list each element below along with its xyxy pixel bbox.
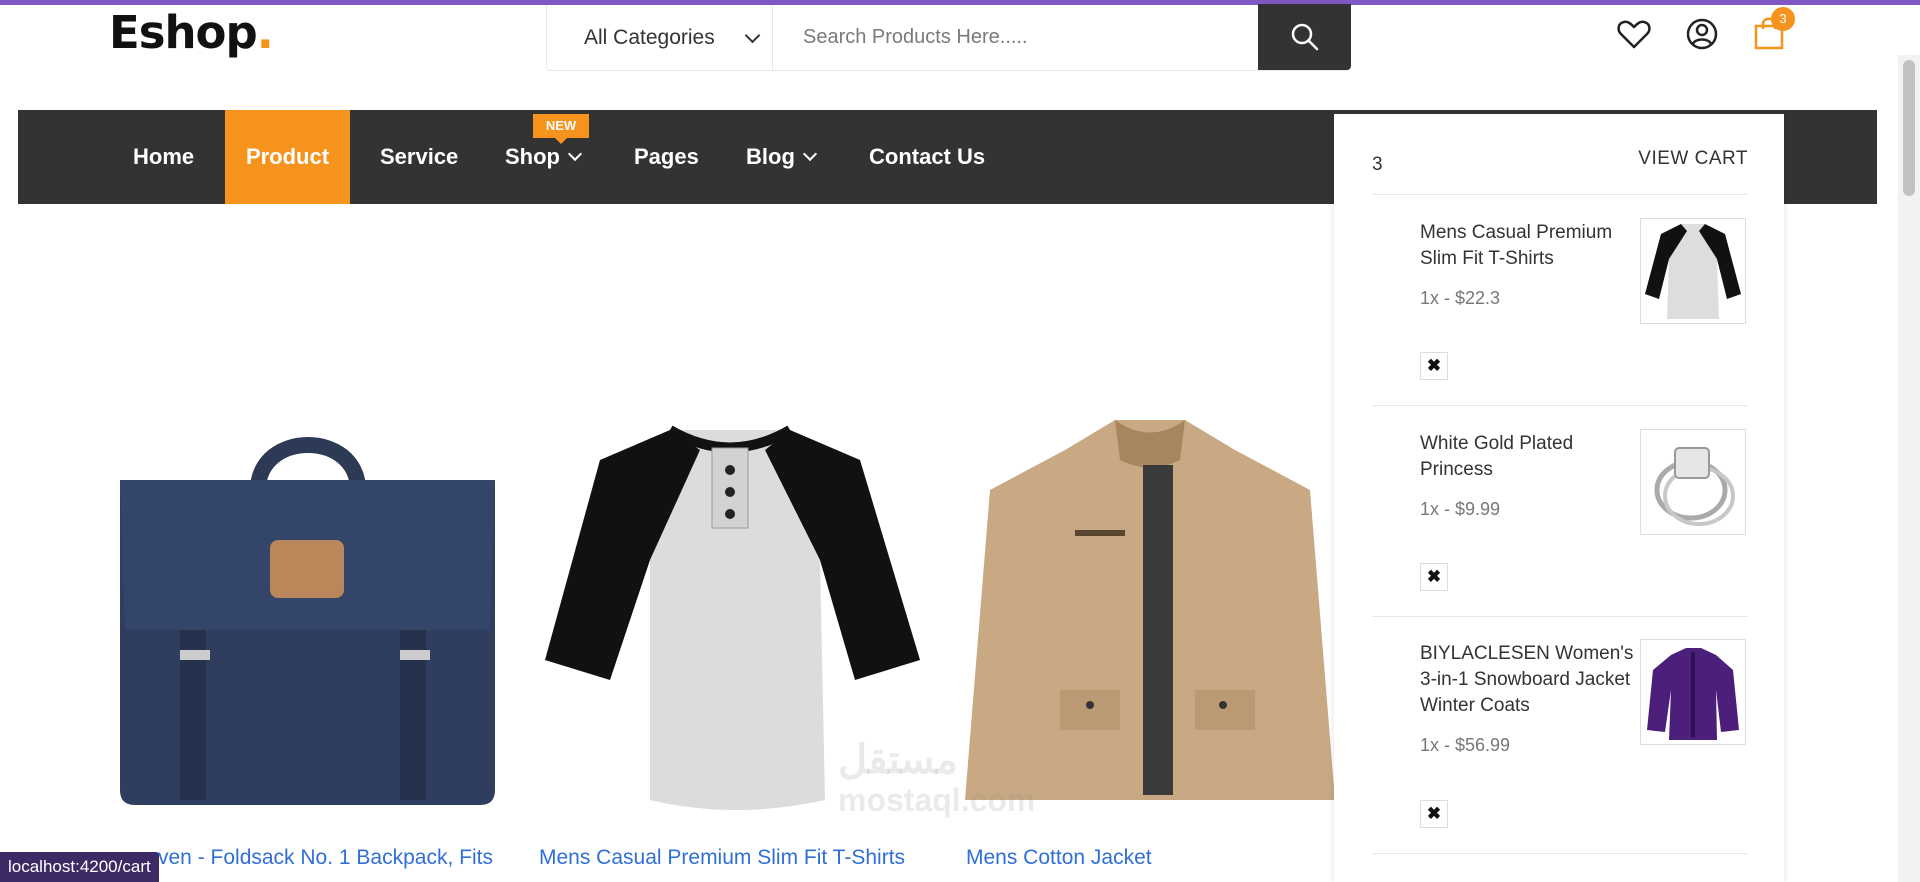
divider — [1372, 853, 1748, 854]
brand-name: Eshop — [109, 6, 258, 59]
cart-item-qty-price: 1x - $56.99 — [1420, 735, 1511, 755]
nav-item-label: Pages — [634, 144, 699, 169]
watermark-arabic: مستقل — [838, 738, 958, 782]
product-image-backpack[interactable] — [110, 420, 505, 815]
search-icon — [1291, 23, 1319, 51]
remove-item-button[interactable]: ✖ — [1420, 352, 1448, 380]
cart-item-qty-price: 1x - $9.99 — [1420, 499, 1501, 519]
brand-logo[interactable]: Eshop. — [109, 6, 274, 59]
nav-item-label: Product — [245, 144, 330, 169]
cart-count-badge: 3 — [1771, 7, 1795, 31]
nav-item-label: Shop — [505, 144, 560, 169]
cart-item-name[interactable]: BIYLACLESEN Women's 3-in-1 Snowboard Jac… — [1420, 641, 1650, 719]
cart-item-thumbnail[interactable] — [1640, 218, 1746, 324]
cart-item-name[interactable]: White Gold Plated Princess — [1420, 431, 1650, 483]
nav-item-contact[interactable]: Contact Us — [869, 110, 985, 204]
cart-item-thumbnail[interactable] — [1640, 639, 1746, 745]
nav-item-blog[interactable]: Blog — [746, 110, 817, 204]
nav-item-product[interactable]: Product — [225, 110, 350, 204]
chevron-down-icon — [744, 27, 761, 44]
wishlist-button[interactable] — [1617, 18, 1651, 55]
status-bar-url: localhost:4200/cart — [0, 852, 159, 882]
remove-item-button[interactable]: ✖ — [1420, 800, 1448, 828]
chevron-down-icon — [802, 146, 817, 162]
watermark: مستقل mostaql.com — [838, 740, 1035, 820]
nav-item-label: Service — [380, 144, 459, 169]
search-input[interactable] — [773, 5, 1255, 70]
chevron-down-icon — [567, 146, 583, 162]
cart-item-name[interactable]: Mens Casual Premium Slim Fit T-Shirts — [1420, 220, 1650, 272]
product-title-link[interactable]: Mens Cotton Jacket — [966, 846, 1152, 870]
divider — [1372, 405, 1748, 406]
nav-item-label: Blog — [746, 144, 795, 169]
category-select-label: All Categories — [584, 26, 715, 49]
nav-item-pages[interactable]: Pages — [634, 110, 699, 204]
nav-item-home[interactable]: Home — [133, 110, 194, 204]
brand-dot: . — [256, 6, 274, 59]
search-bar: All Categories — [546, 4, 1351, 71]
search-button[interactable] — [1258, 4, 1351, 70]
view-cart-link[interactable]: VIEW CART — [1638, 148, 1748, 170]
divider — [1372, 616, 1748, 617]
cart-item-count: 3 — [1372, 154, 1383, 175]
nav-item-label: Home — [133, 144, 195, 169]
new-badge: NEW — [533, 114, 589, 144]
nav-item-label: Contact Us — [869, 144, 986, 169]
scrollbar-thumb[interactable] — [1903, 60, 1915, 196]
heart-icon — [1617, 20, 1651, 49]
product-title-link[interactable]: Mens Casual Premium Slim Fit T-Shirts — [539, 846, 905, 870]
divider — [1372, 194, 1748, 195]
cart-item-qty-price: 1x - $22.3 — [1420, 288, 1501, 308]
cart-dropdown: 3 VIEW CART Mens Casual Premium Slim Fit… — [1334, 114, 1784, 882]
account-button[interactable] — [1686, 18, 1718, 55]
watermark-latin: mostaql.com — [838, 782, 1036, 818]
nav-item-service[interactable]: Service — [380, 110, 458, 204]
remove-item-button[interactable]: ✖ — [1420, 563, 1448, 591]
page-scrollbar[interactable] — [1898, 55, 1920, 882]
cart-item-thumbnail[interactable] — [1640, 429, 1746, 535]
user-icon — [1686, 18, 1718, 50]
product-title-link[interactable]: ven - Foldsack No. 1 Backpack, Fits — [158, 846, 493, 870]
category-select[interactable]: All Categories — [547, 5, 773, 70]
